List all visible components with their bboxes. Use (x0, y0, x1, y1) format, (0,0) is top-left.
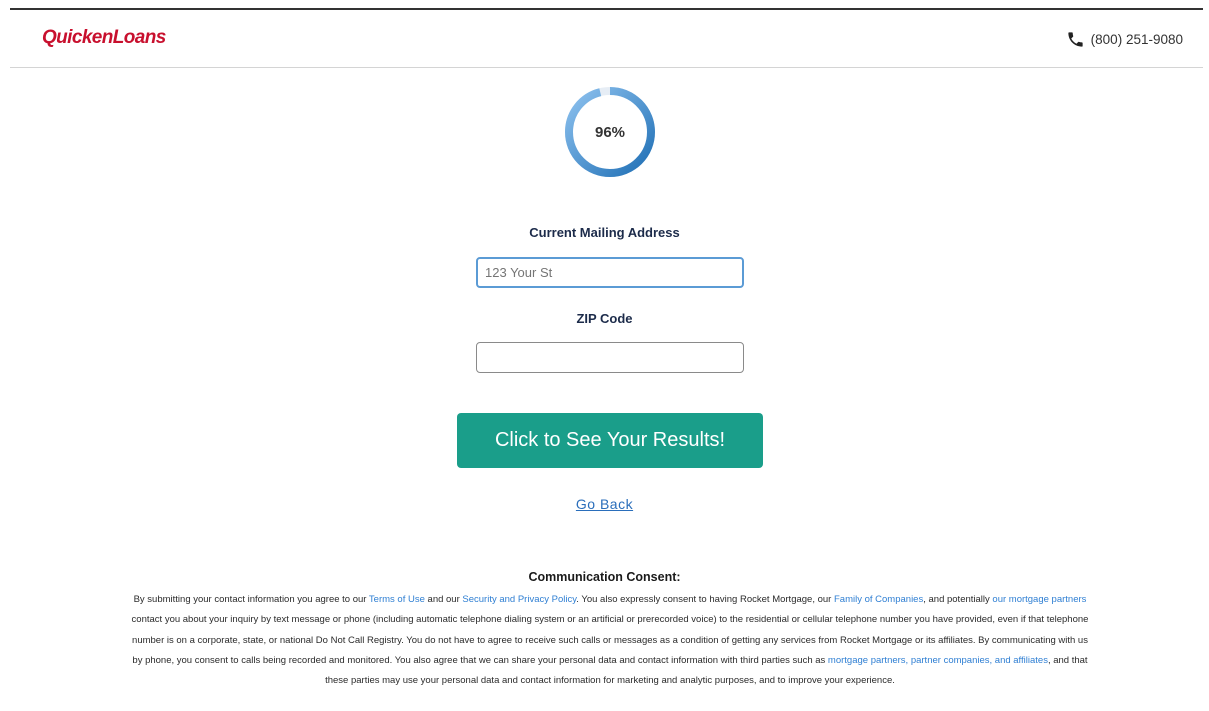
mailing-address-input[interactable] (476, 257, 744, 288)
quicken-loans-logo[interactable]: QuickenLoans (42, 27, 166, 49)
progress-ring: 96% (563, 85, 657, 179)
site-header: QuickenLoans (800) 251-9080 (10, 10, 1203, 68)
consent-text-4: , and potentially (923, 594, 993, 605)
address-label: Current Mailing Address (529, 225, 680, 240)
phone-number: (800) 251-9080 (1090, 32, 1183, 47)
see-results-button[interactable]: Click to See Your Results! (457, 413, 763, 468)
terms-of-use-link[interactable]: Terms of Use (369, 594, 425, 605)
go-back-row: Go Back (0, 496, 1209, 512)
zip-label: ZIP Code (576, 311, 633, 326)
consent-text: By submitting your contact information y… (130, 590, 1090, 691)
progress-percent: 96% (594, 123, 626, 141)
mortgage-partners-link[interactable]: our mortgage partners (992, 594, 1086, 605)
go-back-link[interactable]: Go Back (576, 496, 633, 512)
privacy-policy-link[interactable]: Security and Privacy Policy (462, 594, 576, 605)
consent-text-3: . You also expressly consent to having R… (576, 594, 834, 605)
family-of-companies-link[interactable]: Family of Companies (834, 594, 923, 605)
consent-text-2: and our (424, 594, 463, 605)
consent-text-1: By submitting your contact information y… (133, 594, 369, 605)
phone-contact[interactable]: (800) 251-9080 (1066, 30, 1183, 49)
phone-icon (1066, 30, 1085, 49)
third-parties-link[interactable]: mortgage partners, partner companies, an… (828, 655, 1048, 666)
consent-title: Communication Consent: (528, 570, 681, 584)
zip-code-input[interactable] (476, 342, 744, 373)
